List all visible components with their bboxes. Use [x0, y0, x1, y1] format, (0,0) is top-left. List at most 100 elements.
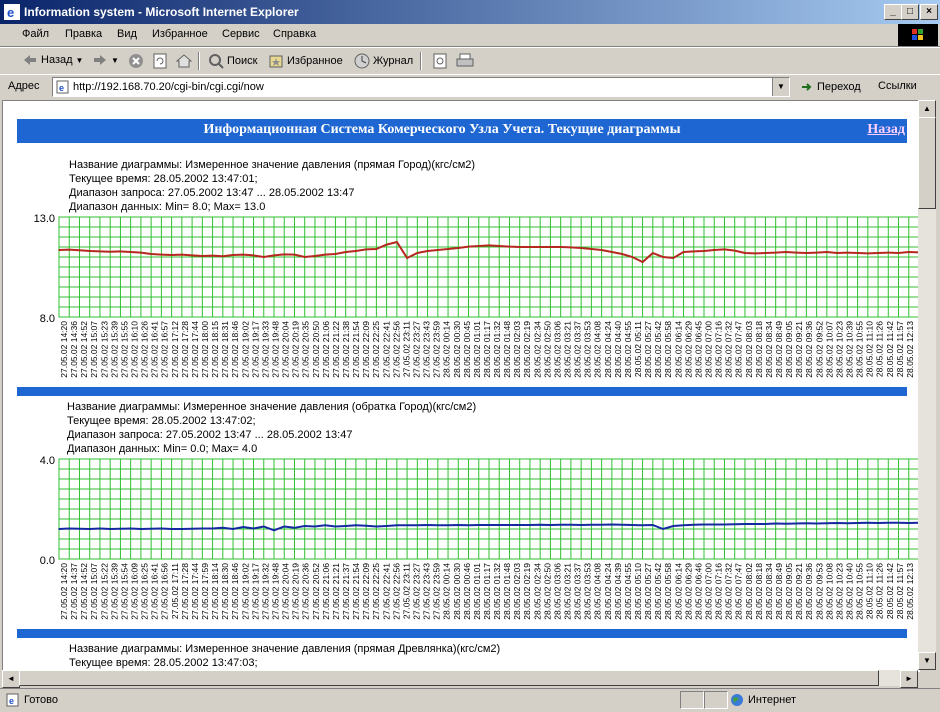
data-point: [662, 528, 664, 530]
x-tick-label: 28.05.02 07:47: [734, 563, 744, 620]
data-point: [692, 250, 695, 253]
data-point: [303, 525, 306, 527]
menu-favorites[interactable]: Избранное: [152, 28, 208, 40]
current-time: Текущее время: 28.05.2002 13:47:02;: [67, 415, 256, 427]
menu-help[interactable]: Справка: [273, 28, 316, 40]
x-tick-label: 28.05.02 04:39: [613, 563, 623, 620]
data-point: [744, 523, 746, 525]
x-tick-label: 28.05.02 02:50: [542, 563, 552, 620]
data-point: [303, 256, 306, 258]
back-link[interactable]: Назад: [867, 122, 905, 138]
x-tick-label: 28.05.02 06:46: [693, 563, 703, 620]
x-tick-label: 28.05.02 09:05: [784, 321, 794, 378]
data-point: [140, 251, 142, 254]
print-icon[interactable]: [456, 53, 474, 69]
scroll-left-icon[interactable]: ◄: [2, 670, 20, 688]
x-tick-label: 27.05.02 17:12: [170, 321, 180, 378]
maximize-button[interactable]: □: [901, 4, 919, 20]
x-tick-label: 28.05.02 07:16: [714, 321, 724, 378]
x-tick-label: 27.05.02 19:02: [240, 563, 250, 620]
data-point: [385, 243, 388, 246]
mail-icon[interactable]: [432, 53, 448, 69]
x-tick-label: 28.05.02 05:10: [633, 563, 643, 620]
data-point: [580, 524, 582, 526]
data-point: [293, 253, 296, 256]
x-tick-label: 28.05.02 08:02: [744, 563, 754, 620]
address-input[interactable]: e http://192.168.70.20/cgi-bin/cgi.cgi/n…: [52, 77, 790, 97]
favorites-label: Избранное: [287, 55, 343, 67]
data-point: [457, 524, 460, 526]
menu-view[interactable]: Вид: [117, 28, 137, 40]
x-tick-label: 28.05.02 05:42: [653, 321, 663, 378]
x-tick-label: 27.05.02 22:56: [391, 321, 401, 378]
data-point: [160, 253, 163, 256]
x-tick-label: 27.05.02 23:59: [432, 563, 442, 620]
menu-edit[interactable]: Правка: [65, 28, 102, 40]
data-point: [621, 523, 623, 526]
horizontal-scrollbar[interactable]: ◄ ►: [2, 670, 918, 688]
x-tick-label: 28.05.02 02:03: [512, 321, 522, 378]
data-point: [211, 527, 214, 530]
menu-file[interactable]: Файл: [22, 28, 49, 40]
x-tick-label: 27.05.02 19:32: [260, 563, 270, 620]
data-point: [140, 528, 142, 530]
data-point: [498, 524, 501, 526]
x-tick-label: 28.05.02 08:34: [764, 563, 774, 620]
scroll-down-icon[interactable]: ▼: [918, 652, 936, 670]
data-point: [713, 523, 716, 526]
data-point: [846, 251, 849, 254]
favorites-button[interactable]: Избранное: [268, 53, 343, 69]
x-tick-label: 28.05.02 02:19: [522, 563, 532, 620]
x-tick-label: 27.05.02 21:06: [321, 563, 331, 620]
data-point: [477, 245, 480, 247]
x-tick-label: 27.05.02 17:11: [170, 563, 180, 619]
home-icon[interactable]: [176, 53, 192, 69]
address-label: Адрес: [8, 80, 40, 92]
x-tick-label: 28.05.02 08:49: [774, 563, 784, 620]
go-button[interactable]: Переход: [800, 80, 861, 94]
scroll-up-icon[interactable]: ▲: [918, 100, 936, 118]
minimize-button[interactable]: _: [884, 4, 902, 20]
x-tick-label: 27.05.02 18:31: [220, 321, 230, 378]
chart-name: Название диаграммы: Измеренное значение …: [69, 643, 501, 655]
history-button[interactable]: Журнал: [354, 53, 413, 69]
x-tick-label: 28.05.02 10:40: [845, 563, 855, 620]
x-tick-label: 28.05.02 06:14: [673, 321, 683, 378]
links-button[interactable]: Ссылки: [878, 80, 917, 92]
back-button[interactable]: Назад ▼: [22, 53, 83, 67]
data-point: [68, 527, 71, 530]
section-separator: [17, 387, 907, 396]
data-point: [222, 526, 224, 529]
horizontal-scroll-thumb[interactable]: [19, 670, 879, 686]
x-tick-label: 27.05.02 14:52: [79, 321, 89, 378]
x-tick-label: 27.05.02 20:04: [281, 563, 291, 620]
close-button[interactable]: ×: [920, 4, 938, 20]
x-tick-label: 27.05.02 14:20: [59, 563, 69, 620]
x-tick-label: 27.05.02 20:19: [291, 563, 301, 620]
favorites-icon: [269, 55, 283, 68]
data-point: [426, 250, 429, 252]
scroll-right-icon[interactable]: ►: [900, 670, 918, 688]
history-label: Журнал: [373, 55, 414, 67]
refresh-icon[interactable]: [152, 53, 168, 69]
search-button[interactable]: Поиск: [208, 53, 257, 69]
menu-tools[interactable]: Сервис: [222, 28, 260, 40]
stop-icon[interactable]: [128, 53, 144, 69]
forward-button[interactable]: ▼: [92, 53, 119, 67]
vertical-scroll-thumb[interactable]: [918, 117, 936, 209]
forward-dropdown-icon[interactable]: ▼: [111, 56, 119, 65]
x-tick-label: 28.05.02 06:45: [693, 321, 703, 378]
data-point: [58, 249, 60, 251]
data-point: [774, 522, 777, 525]
data-point: [416, 252, 419, 254]
data-point: [467, 245, 470, 248]
data-point: [836, 252, 838, 254]
data-point: [242, 526, 245, 528]
back-dropdown-icon[interactable]: ▼: [76, 56, 84, 65]
address-dropdown-icon[interactable]: ▼: [772, 78, 789, 96]
x-tick-label: 28.05.02 09:53: [814, 563, 824, 620]
data-point: [600, 523, 603, 526]
data-point: [856, 522, 859, 524]
vertical-scrollbar[interactable]: ▲ ▼: [918, 100, 936, 670]
data-point: [365, 248, 367, 251]
